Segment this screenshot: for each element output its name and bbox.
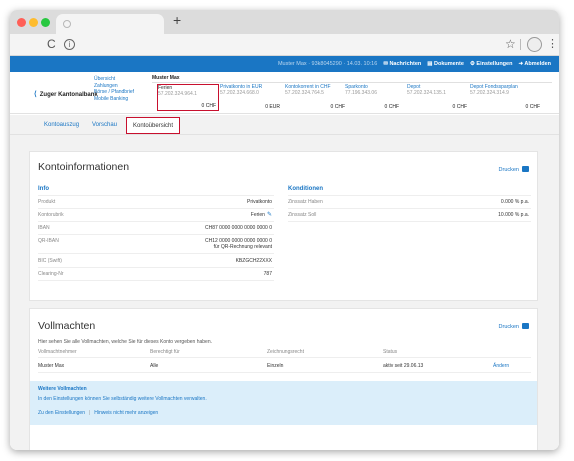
nav-mobile-banking[interactable]: Mobile Banking	[94, 96, 134, 103]
power-of-attorney-title: Vollmachten	[38, 320, 96, 332]
scope-cell: Alle	[150, 363, 159, 369]
site-info-icon[interactable]: i	[64, 39, 75, 50]
product-label: Produkt	[38, 199, 56, 205]
rubric-value: Ferien ✎	[250, 212, 272, 218]
clearing-label: Clearing-Nr	[38, 271, 64, 277]
account-tile-depot[interactable]: Depot 57.202.324.135.1 0 CHF	[407, 84, 469, 111]
account-tile-sparkonto[interactable]: Sparkonto 77.196.343.06 0 CHF	[345, 84, 401, 111]
bic-label: BIC (Swift)	[38, 258, 62, 264]
session-user-info: Muster Max · 93k8045290 · 14.03. 10:16	[277, 61, 378, 67]
edit-authorization-link[interactable]: Ändern	[493, 363, 509, 369]
account-subtabs: Kontoauszug Vorschau Kontoübersicht	[10, 115, 559, 135]
conditions-section-heading: Konditionen	[288, 186, 323, 192]
tab-vorschau[interactable]: Vorschau	[92, 122, 117, 128]
topbar-logout[interactable]: ➜ Abmelden	[518, 61, 551, 67]
new-tab-button[interactable]: +	[173, 12, 181, 28]
column-header-grantee: Vollmachtnehmer	[38, 349, 77, 355]
bookmark-star-icon[interactable]: ☆	[505, 37, 516, 51]
browser-menu-icon[interactable]: ⋮	[547, 37, 558, 50]
account-owner: Muster Max	[152, 75, 180, 81]
column-header-scope: Berechtigt für	[150, 349, 180, 355]
row-divider	[38, 208, 274, 209]
browser-tabbar: +	[10, 10, 559, 34]
maximize-window-button[interactable]	[41, 18, 50, 27]
account-tile-chf[interactable]: Kontokorrent in CHF 57.202.324.764.5 0 C…	[285, 84, 347, 111]
topbar-messages[interactable]: ✉ Nachrichten	[383, 61, 421, 67]
row-divider	[38, 357, 531, 358]
tab-kontouebersicht[interactable]: Kontoübersicht	[126, 117, 181, 134]
tab-close-icon[interactable]	[63, 20, 71, 28]
info-section-heading: Info	[38, 186, 49, 192]
bank-topbar: Muster Max · 93k8045290 · 14.03. 10:16 ✉…	[10, 56, 559, 72]
iban-value: CH87 0000 0000 0000 0000 0	[204, 225, 272, 231]
toolbar-divider	[520, 39, 521, 50]
close-window-button[interactable]	[17, 18, 26, 27]
page-content: Kontoauszug Vorschau Kontoübersicht Kont…	[10, 115, 559, 450]
row-divider	[38, 234, 274, 235]
account-info-title: Kontoinformationen	[38, 161, 130, 173]
power-of-attorney-print-button[interactable]: Drucken	[499, 323, 529, 330]
more-authorizations-notice: Weitere Vollmachten In den Einstellungen…	[30, 381, 537, 425]
row-divider	[288, 195, 531, 196]
notice-title: Weitere Vollmachten	[38, 386, 87, 392]
product-value: Privatkonto	[246, 199, 272, 205]
notice-links: Zu den Einstellungen | Hinweis nicht mehr …	[38, 410, 158, 416]
account-tile-fondssparplan[interactable]: Depot Fondssparplan 57.202.324.314.9 0 C…	[470, 84, 542, 111]
row-divider	[38, 267, 274, 268]
goto-settings-link[interactable]: Zu den Einstellungen	[38, 410, 85, 416]
bic-value: KBZGCH22XXX	[235, 258, 272, 264]
notice-description: In den Einstellungen können Sie selbstän…	[38, 396, 207, 402]
column-header-signing: Zeichnungsrecht	[267, 349, 304, 355]
credit-rate-label: Zinssatz Haben	[288, 199, 323, 205]
power-of-attorney-card: Vollmachten Drucken Hier sehen Sie alle …	[29, 308, 538, 450]
printer-icon	[522, 166, 529, 172]
debit-rate-value: 10.000 % p.a.	[498, 212, 529, 218]
minimize-window-button[interactable]	[29, 18, 38, 27]
topbar-settings[interactable]: ⚙ Einstellungen	[470, 61, 513, 67]
bank-logo-icon: ⟨	[34, 91, 37, 98]
row-divider	[38, 280, 274, 281]
debit-rate-label: Zinssatz Soll	[288, 212, 317, 218]
browser-window: + C i ☆ ⋮ Muster Max · 93k8045290 · 14.0…	[10, 10, 559, 450]
row-divider	[38, 372, 531, 373]
account-tile-ferien[interactable]: Ferien 57.202.324.964.1 0 CHF	[157, 84, 219, 111]
column-header-status: Status	[383, 349, 398, 355]
account-tile-eur[interactable]: Privatkonto in EUR 57.202.324.668.0 0 EU…	[220, 84, 282, 111]
status-cell: aktiv seit 29.06.13	[383, 363, 424, 369]
dismiss-notice-link[interactable]: Hinweis nicht mehr anzeigen	[94, 410, 158, 416]
browser-tab[interactable]	[56, 14, 164, 34]
nav-stock-exchange[interactable]: Börse / Pfandbrief	[94, 89, 134, 96]
row-divider	[38, 221, 274, 222]
row-divider	[288, 208, 531, 209]
account-info-print-button[interactable]: Drucken	[499, 166, 529, 173]
rubric-label: Kontorubrik	[38, 212, 64, 218]
iban-label: IBAN	[38, 225, 50, 231]
signing-cell: Einzeln	[267, 363, 284, 369]
qr-iban-label: QR-IBAN	[38, 238, 59, 244]
clearing-value: 787	[263, 271, 272, 277]
credit-rate-value: 0.000 % p.a.	[500, 199, 529, 205]
power-of-attorney-intro: Hier sehen Sie alle Vollmachten, welche …	[38, 339, 212, 345]
row-divider	[38, 195, 274, 196]
account-header-divider	[152, 82, 552, 83]
edit-pencil-icon[interactable]: ✎	[267, 212, 272, 218]
reload-button[interactable]: C	[47, 37, 56, 51]
link-separator: |	[88, 410, 91, 416]
row-divider	[38, 253, 274, 254]
account-header: ⟨ Zuger Kantonalbank Übersicht Zahlungen …	[10, 72, 559, 114]
main-nav: Übersicht Zahlungen Börse / Pfandbrief M…	[94, 76, 134, 102]
browser-toolbar: C i ☆ ⋮	[10, 34, 559, 56]
row-divider	[288, 221, 531, 222]
profile-avatar[interactable]	[527, 37, 542, 52]
tab-kontoauszug[interactable]: Kontoauszug	[44, 122, 79, 128]
grantee-cell: Muster Max	[38, 363, 65, 369]
printer-icon	[522, 323, 529, 329]
account-info-card: Kontoinformationen Drucken Info Konditio…	[29, 151, 538, 301]
topbar-documents[interactable]: ▤ Dokumente	[427, 61, 464, 67]
qr-iban-value: CH12 0000 0000 0000 0000 0 für QR-Rechnun…	[204, 238, 272, 250]
bank-logo[interactable]: ⟨ Zuger Kantonalbank	[34, 90, 98, 98]
